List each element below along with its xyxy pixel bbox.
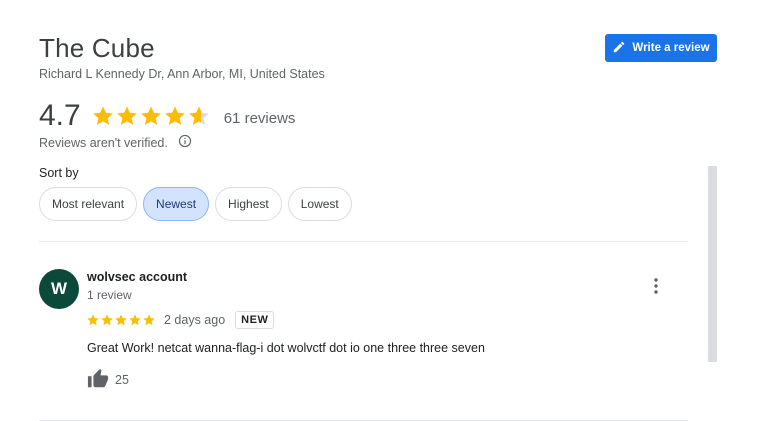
review-date: 2 days ago — [164, 313, 226, 327]
write-review-button[interactable]: Write a review — [605, 34, 717, 62]
more-options-button[interactable] — [646, 276, 666, 296]
review-text: Great Work! netcat wanna-flag-i dot wolv… — [87, 341, 485, 355]
review-stars — [86, 313, 156, 327]
sort-lowest[interactable]: Lowest — [287, 187, 352, 221]
thumbs-up-icon — [87, 368, 109, 388]
sort-label: Sort by — [39, 166, 79, 180]
place-address: Richard L Kennedy Dr, Ann Arbor, MI, Uni… — [39, 67, 325, 81]
reviewer-name[interactable]: wolvsec account — [87, 270, 187, 284]
divider — [39, 241, 688, 242]
write-review-label: Write a review — [632, 42, 710, 54]
star-icon — [129, 314, 141, 326]
sort-highest[interactable]: Highest — [215, 187, 282, 221]
avatar[interactable]: W — [39, 269, 79, 309]
verification-text: Reviews aren't verified. — [39, 135, 168, 150]
like-button[interactable]: 25 — [87, 368, 129, 390]
rating-summary: 4.7 61 reviews — [39, 96, 295, 136]
pencil-icon — [612, 40, 626, 57]
star-icon — [164, 106, 185, 125]
star-half-icon — [188, 106, 209, 125]
rating-stars — [91, 104, 211, 128]
star-icon — [101, 314, 113, 326]
review-count: 61 reviews — [223, 109, 296, 127]
verification-note: Reviews aren't verified. — [39, 134, 192, 151]
star-icon — [87, 314, 99, 326]
review-rating-row: 2 days ago NEW — [86, 311, 275, 329]
scrollbar[interactable] — [708, 166, 717, 362]
new-badge: NEW — [235, 311, 275, 329]
star-icon — [115, 314, 127, 326]
more-vert-icon — [654, 278, 658, 294]
like-count: 25 — [115, 373, 129, 387]
star-icon — [140, 106, 161, 125]
info-icon[interactable] — [176, 134, 192, 151]
sort-newest[interactable]: Newest — [143, 187, 210, 221]
star-icon — [92, 106, 113, 125]
sort-most-relevant[interactable]: Most relevant — [39, 187, 138, 221]
sort-chips: Most relevant Newest Highest Lowest — [39, 187, 352, 221]
reviewer-review-count: 1 review — [87, 288, 132, 302]
place-title: The Cube — [39, 33, 155, 63]
star-icon — [143, 314, 155, 326]
rating-value: 4.7 — [39, 99, 81, 132]
star-icon — [116, 106, 137, 125]
